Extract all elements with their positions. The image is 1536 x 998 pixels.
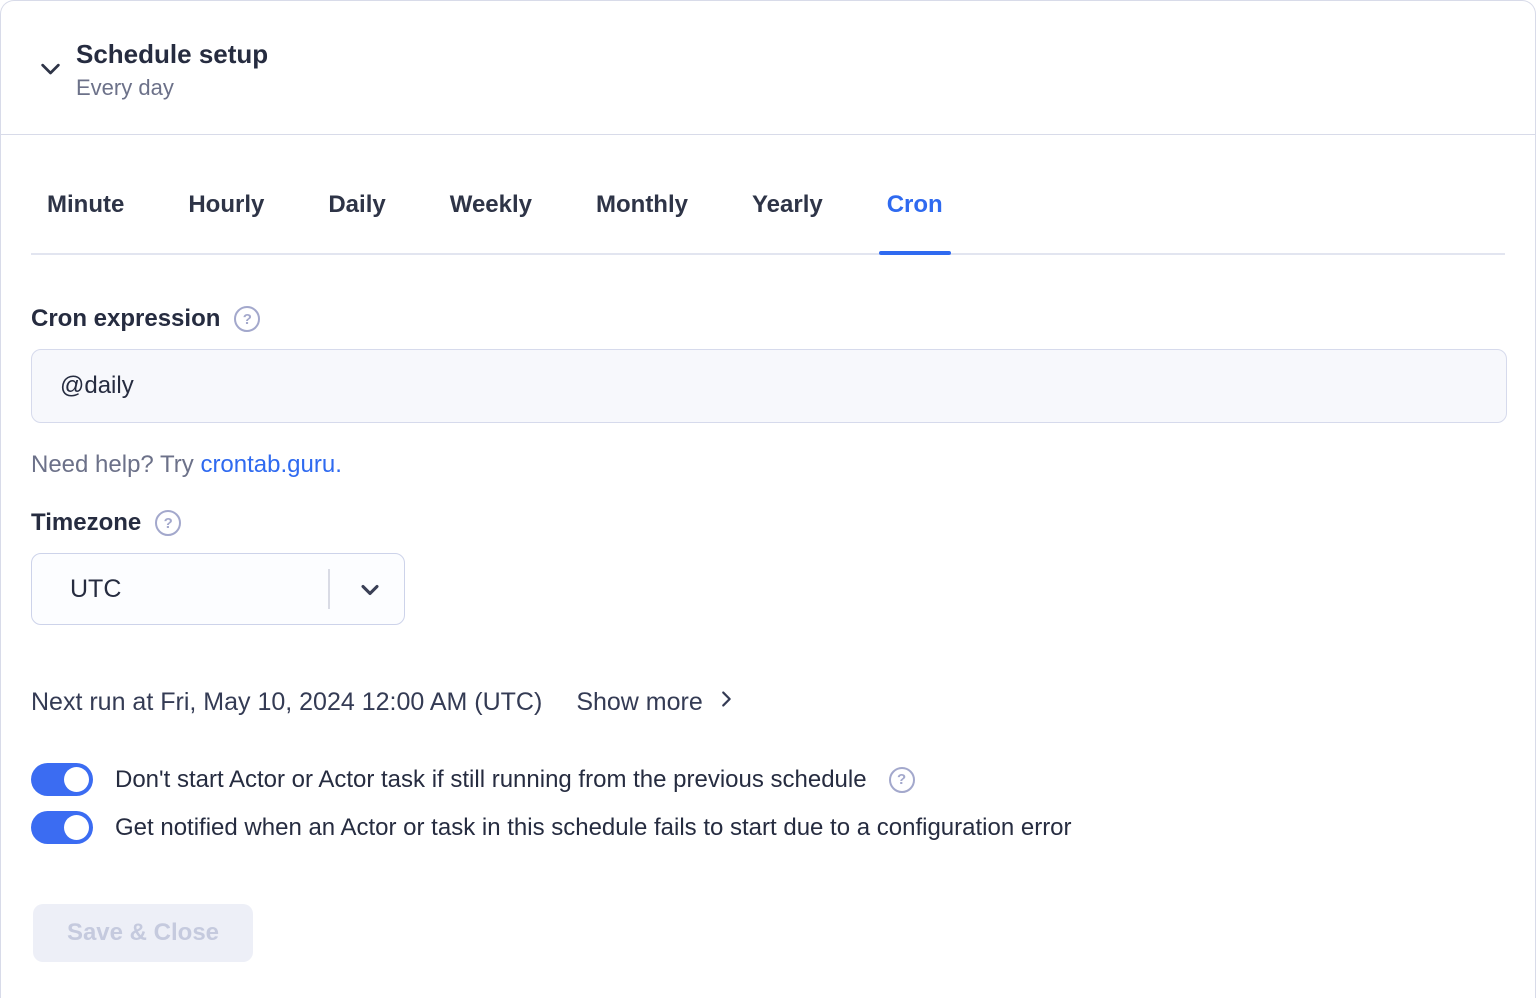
tab-weekly[interactable]: Weekly bbox=[442, 191, 540, 253]
chevron-down-icon bbox=[356, 576, 384, 604]
dialog-subtitle: Every day bbox=[76, 73, 268, 103]
dont-start-toggle[interactable] bbox=[31, 763, 93, 796]
help-icon[interactable]: ? bbox=[889, 767, 915, 793]
select-divider bbox=[328, 569, 330, 609]
show-more-label: Show more bbox=[576, 688, 702, 717]
help-icon[interactable]: ? bbox=[234, 306, 260, 332]
timezone-label-row: Timezone ? bbox=[31, 509, 1505, 537]
timezone-select[interactable]: UTC bbox=[31, 553, 405, 625]
cron-expression-label: Cron expression bbox=[31, 305, 220, 333]
hint-text: Need help? Try bbox=[31, 451, 200, 478]
header-text-block: Schedule setup Every day bbox=[76, 33, 268, 103]
dont-start-toggle-label: Don't start Actor or Actor task if still… bbox=[115, 766, 867, 794]
toggle-knob bbox=[64, 767, 89, 792]
toggle-knob bbox=[64, 815, 89, 840]
tab-monthly[interactable]: Monthly bbox=[588, 191, 696, 253]
tab-yearly[interactable]: Yearly bbox=[744, 191, 831, 253]
collapse-chevron-button[interactable] bbox=[37, 55, 64, 82]
cron-expression-input[interactable] bbox=[31, 349, 1507, 423]
cron-help-hint: Need help? Try crontab.guru. bbox=[31, 451, 1505, 479]
dialog-content: Minute Hourly Daily Weekly Monthly Yearl… bbox=[1, 191, 1535, 962]
get-notified-toggle-label: Get notified when an Actor or task in th… bbox=[115, 814, 1072, 842]
chevron-right-icon bbox=[715, 687, 737, 718]
help-icon[interactable]: ? bbox=[155, 510, 181, 536]
next-run-text: Next run at Fri, May 10, 2024 12:00 AM (… bbox=[31, 688, 542, 717]
save-and-close-button[interactable]: Save & Close bbox=[33, 904, 253, 962]
next-run-row: Next run at Fri, May 10, 2024 12:00 AM (… bbox=[31, 687, 1505, 718]
crontab-guru-link[interactable]: crontab.guru. bbox=[200, 451, 341, 478]
tab-hourly[interactable]: Hourly bbox=[180, 191, 272, 253]
tab-daily[interactable]: Daily bbox=[320, 191, 393, 253]
dialog-header: Schedule setup Every day bbox=[1, 1, 1535, 135]
tab-cron[interactable]: Cron bbox=[879, 191, 951, 253]
tab-minute[interactable]: Minute bbox=[39, 191, 132, 253]
dialog-title: Schedule setup bbox=[76, 37, 268, 71]
schedule-type-tabs: Minute Hourly Daily Weekly Monthly Yearl… bbox=[31, 191, 1505, 255]
get-notified-toggle[interactable] bbox=[31, 811, 93, 844]
timezone-selected-value: UTC bbox=[70, 575, 121, 604]
show-more-button[interactable]: Show more bbox=[576, 687, 736, 718]
schedule-setup-dialog: Schedule setup Every day Minute Hourly D… bbox=[0, 0, 1536, 998]
toggle-row-get-notified: Get notified when an Actor or task in th… bbox=[31, 811, 1505, 844]
timezone-label: Timezone bbox=[31, 509, 141, 537]
chevron-down-icon bbox=[37, 70, 64, 85]
cron-expression-label-row: Cron expression ? bbox=[31, 305, 1505, 333]
toggle-row-dont-start: Don't start Actor or Actor task if still… bbox=[31, 763, 1505, 796]
